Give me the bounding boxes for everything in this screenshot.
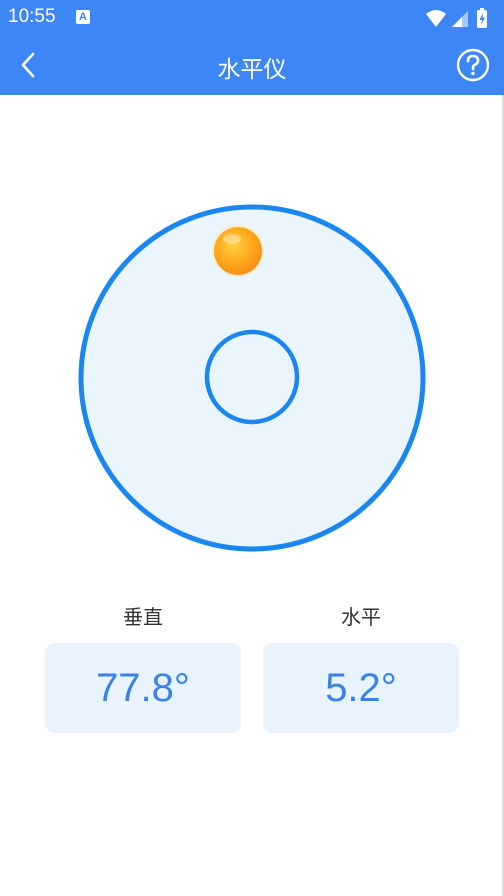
horizontal-reading-box: 5.2° <box>263 643 459 733</box>
wifi-icon <box>426 10 446 27</box>
vertical-value: 77.8° <box>96 665 190 710</box>
horizontal-label: 水平 <box>341 605 381 629</box>
app-header: 水平仪 <box>0 35 504 95</box>
level-app: 10:55 A 水平仪 垂直 77.8° 水平 5.2° <box>0 0 504 896</box>
status-time: 10:55 <box>8 6 56 27</box>
battery-icon <box>477 8 487 28</box>
vertical-label: 垂直 <box>123 605 163 629</box>
page-title: 水平仪 <box>217 57 287 83</box>
status-icons <box>426 8 487 28</box>
level-bubble <box>212 225 264 277</box>
vertical-reading-box: 77.8° <box>45 643 241 733</box>
signal-icon <box>452 11 468 27</box>
a-notification-icon: A <box>76 10 90 24</box>
level-gauge <box>78 204 426 552</box>
horizontal-value: 5.2° <box>325 665 397 710</box>
help-button[interactable] <box>456 48 490 82</box>
question-circle-icon <box>456 48 490 82</box>
status-bar: 10:55 A <box>0 0 504 35</box>
